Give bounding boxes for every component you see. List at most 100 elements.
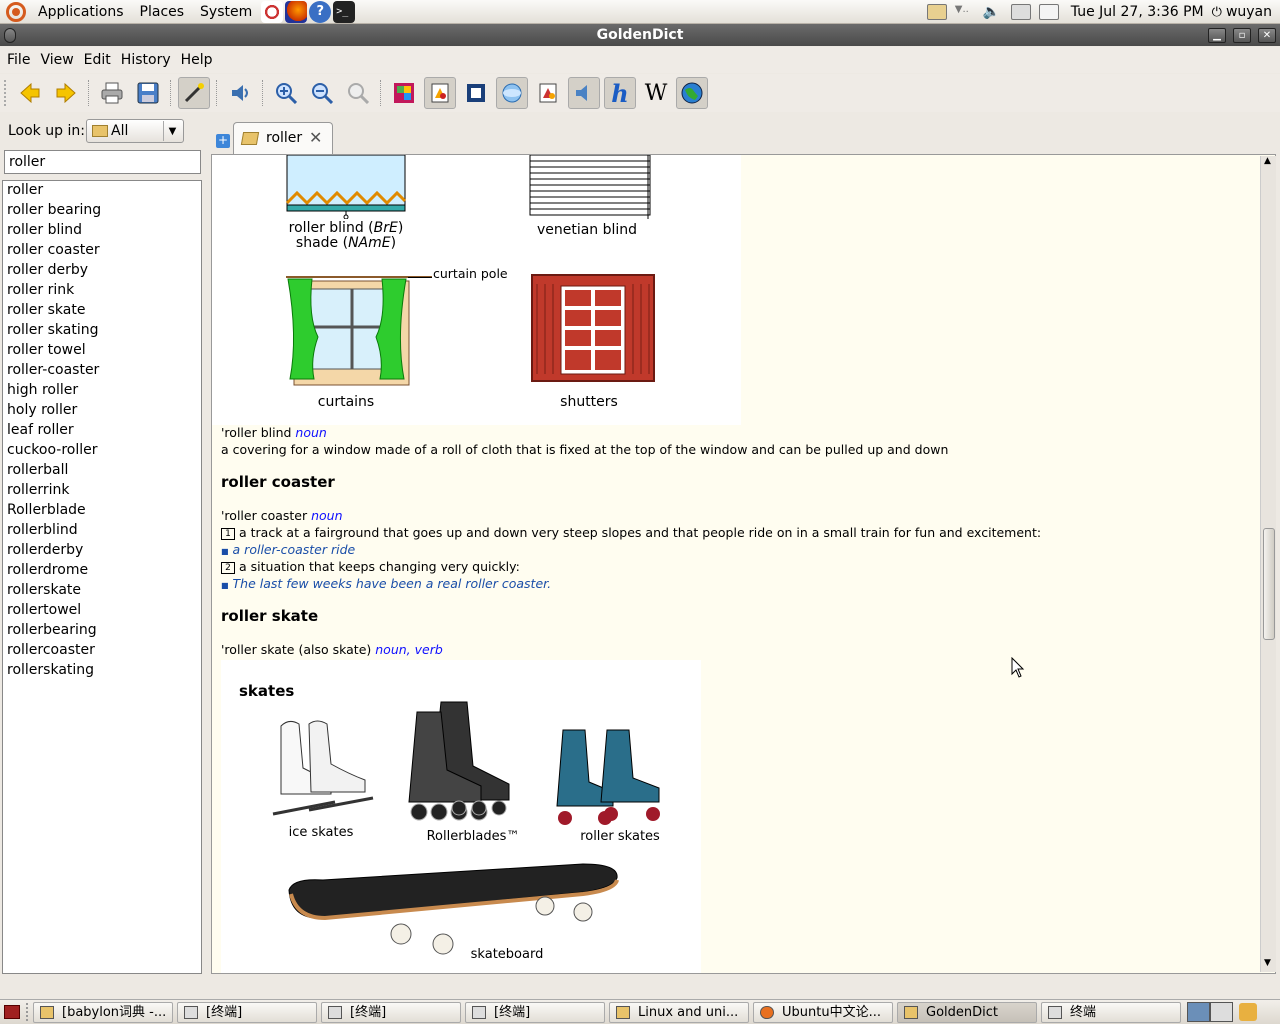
back-button[interactable] [14, 77, 46, 109]
forward-button[interactable] [50, 77, 82, 109]
word-list[interactable]: roller roller bearing roller blind rolle… [2, 180, 202, 974]
taskbar-item-terminal-1[interactable]: [终端] [177, 1001, 317, 1023]
menu-help[interactable]: Help [176, 52, 218, 68]
clock[interactable]: Tue Jul 27, 3:36 PM [1071, 4, 1204, 20]
close-window-button[interactable]: ✕ [1258, 28, 1276, 43]
dictionary-group-select[interactable]: All ▼ [86, 119, 184, 143]
search-input[interactable] [4, 150, 201, 174]
task-label: [终端] [494, 1004, 531, 1020]
list-item[interactable]: rollerskating [3, 661, 201, 681]
skateboard-caption: skateboard [470, 947, 544, 962]
web-search-button[interactable] [676, 77, 708, 109]
list-item[interactable]: roller derby [3, 261, 201, 281]
show-desktop-icon[interactable] [4, 1005, 20, 1019]
workspace-2[interactable] [1210, 1002, 1233, 1022]
list-item[interactable]: high roller [3, 381, 201, 401]
tray-dict-icon[interactable] [926, 4, 947, 20]
list-item[interactable]: roller [3, 181, 201, 201]
taskbar-item-goldendict[interactable]: GoldenDict [897, 1001, 1037, 1023]
workspace-switcher[interactable] [1187, 1002, 1233, 1022]
taskbar-item-terminal-2[interactable]: [终端] [321, 1001, 461, 1023]
pronounce-button[interactable] [224, 77, 256, 109]
dictionary-2-button[interactable] [424, 77, 456, 109]
zoom-out-button[interactable] [306, 77, 338, 109]
dict-select-value: All [111, 123, 129, 139]
tab-roller[interactable]: roller ✕ [233, 122, 333, 155]
scan-popup-button[interactable] [178, 77, 210, 109]
list-item[interactable]: roller skating [3, 321, 201, 341]
maximize-button[interactable]: ▫ [1233, 28, 1251, 43]
taskbar-item-terminal-4[interactable]: 终端 [1041, 1001, 1181, 1023]
scrollbar-thumb[interactable] [1263, 528, 1275, 640]
dictionary-7-button[interactable]: h [604, 77, 636, 109]
taskbar-item-linux-folder[interactable]: Linux and uni... [609, 1001, 749, 1023]
list-item[interactable]: roller rink [3, 281, 201, 301]
list-item[interactable]: rollertowel [3, 601, 201, 621]
article-view[interactable]: roller blind (BrE) shade (NAmE) venetian… [211, 154, 1276, 974]
save-button[interactable] [132, 77, 164, 109]
network-icon[interactable]: ▼.. [955, 4, 975, 20]
new-tab-button[interactable]: + [216, 134, 230, 148]
list-item[interactable]: roller-coaster [3, 361, 201, 381]
zoom-in-button[interactable] [270, 77, 302, 109]
taskbar-item-firefox[interactable]: Ubuntu中文论... [753, 1001, 893, 1023]
zoom-reset-button[interactable] [342, 77, 374, 109]
window-titlebar[interactable]: GoldenDict ▁ ▫ ✕ [0, 24, 1280, 46]
window-menu-icon[interactable] [4, 28, 16, 43]
terminal-icon[interactable]: >_ [333, 0, 356, 23]
part-of-speech-link[interactable]: noun [375, 642, 406, 657]
article-scrollbar[interactable]: ▲ ▼ [1260, 156, 1276, 972]
scroll-down-icon[interactable]: ▼ [1264, 958, 1271, 968]
list-item[interactable]: rollerbearing [3, 621, 201, 641]
workspace-1[interactable] [1187, 1002, 1210, 1022]
minimize-button[interactable]: ▁ [1208, 28, 1226, 43]
list-item[interactable]: cuckoo-roller [3, 441, 201, 461]
dictionary-6-button[interactable] [568, 77, 600, 109]
mail-icon[interactable] [1038, 4, 1059, 20]
power-icon[interactable]: ⏻ [1212, 5, 1222, 20]
part-of-speech-link[interactable]: noun [311, 508, 342, 523]
applications-menu[interactable]: Applications [30, 0, 132, 24]
network-manager-icon[interactable] [1010, 4, 1031, 20]
wikipedia-button[interactable]: W [640, 77, 672, 109]
menu-history[interactable]: History [116, 52, 176, 68]
menu-view[interactable]: View [35, 52, 78, 68]
close-tab-icon[interactable]: ✕ [309, 123, 322, 153]
list-item[interactable]: roller blind [3, 221, 201, 241]
list-item[interactable]: roller towel [3, 341, 201, 361]
list-item[interactable]: rollerball [3, 461, 201, 481]
list-item[interactable]: leaf roller [3, 421, 201, 441]
help-icon[interactable]: ? [309, 0, 332, 23]
list-item[interactable]: rollerskate [3, 581, 201, 601]
part-of-speech-link[interactable]: noun [295, 425, 326, 440]
list-item[interactable]: rollercoaster [3, 641, 201, 661]
menu-edit[interactable]: Edit [79, 52, 116, 68]
list-item[interactable]: rollerrink [3, 481, 201, 501]
print-button[interactable] [96, 77, 128, 109]
list-item[interactable]: roller coaster [3, 241, 201, 261]
part-of-speech-link[interactable]: verb [415, 642, 443, 657]
dictionary-5-button[interactable] [532, 77, 564, 109]
taskbar-item-terminal-3[interactable]: [终端] [465, 1001, 605, 1023]
menu-file[interactable]: File [2, 52, 35, 68]
list-item[interactable]: holy roller [3, 401, 201, 421]
user-name[interactable]: wuyan [1226, 4, 1272, 20]
dictionary-1-button[interactable] [388, 77, 420, 109]
list-item[interactable]: rollerderby [3, 541, 201, 561]
list-item[interactable]: rollerdrome [3, 561, 201, 581]
list-item[interactable]: rollerblind [3, 521, 201, 541]
places-menu[interactable]: Places [132, 0, 193, 24]
volume-icon[interactable]: 🔈 [983, 4, 1003, 20]
launcher-panda-icon[interactable] [261, 0, 284, 23]
firefox-icon[interactable] [285, 0, 308, 23]
system-menu[interactable]: System [192, 0, 260, 24]
list-item[interactable]: roller skate [3, 301, 201, 321]
list-item[interactable]: Rollerblade [3, 501, 201, 521]
dictionary-4-button[interactable] [496, 77, 528, 109]
ubuntu-logo-icon[interactable] [6, 1, 26, 22]
trash-icon[interactable] [1239, 1003, 1257, 1021]
list-item[interactable]: roller bearing [3, 201, 201, 221]
taskbar-item-babylon[interactable]: [babylon词典 -... [33, 1001, 173, 1023]
scroll-up-icon[interactable]: ▲ [1264, 156, 1271, 166]
dictionary-3-button[interactable] [460, 77, 492, 109]
